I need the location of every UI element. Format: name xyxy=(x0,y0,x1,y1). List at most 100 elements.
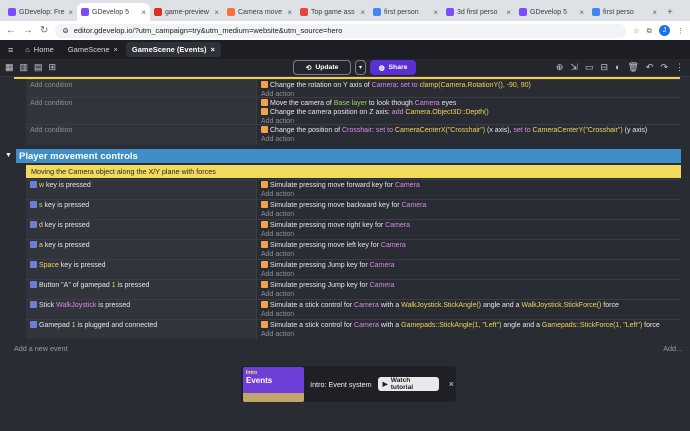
event-row[interactable]: s key is pressed Simulate pressing move b… xyxy=(26,199,681,219)
menu-icon[interactable]: ≡ xyxy=(4,45,17,55)
close-icon[interactable]: × xyxy=(68,8,73,17)
conditions-cell[interactable]: a key is pressed xyxy=(26,240,257,259)
objects-icon[interactable]: ▥ xyxy=(20,62,29,73)
add-group-icon[interactable]: ⊟ xyxy=(600,62,608,73)
close-icon[interactable]: × xyxy=(114,45,118,54)
event-group-header[interactable]: Player movement controls xyxy=(16,149,681,163)
instruction-line[interactable]: Change the rotation on Y axis of Camera:… xyxy=(261,81,677,90)
instruction-line[interactable]: a key is pressed xyxy=(30,241,252,250)
url-field[interactable]: ⊜ editor.gdevelop.io/?utm_campaign=try&u… xyxy=(55,23,627,38)
add-subevent-icon[interactable]: ⇲ xyxy=(570,62,578,73)
actions-cell[interactable]: Change the rotation on Y axis of Camera:… xyxy=(257,80,681,98)
conditions-cell[interactable]: Gamepad 1 is plugged and connected xyxy=(26,320,257,339)
add-action-link[interactable]: Add action xyxy=(261,135,677,144)
instruction-line[interactable]: Simulate a stick control for Camera with… xyxy=(261,301,677,310)
undo-icon[interactable]: ↶ xyxy=(646,62,654,73)
conditions-cell[interactable]: s key is pressed xyxy=(26,200,257,219)
tab-events[interactable]: GameScene (Events) × xyxy=(125,42,221,57)
add-more-link[interactable]: Add... xyxy=(663,344,682,353)
instruction-line[interactable]: Simulate a stick control for Camera with… xyxy=(261,321,677,330)
redo-icon[interactable]: ↷ xyxy=(660,62,668,73)
event-row[interactable]: Stick WalkJoystick is pressed Simulate a … xyxy=(26,299,681,319)
forward-icon[interactable]: → xyxy=(23,25,33,36)
instruction-line[interactable]: Change the camera position on Z axis: ad… xyxy=(261,108,677,117)
conditions-cell[interactable]: Add condition xyxy=(26,80,257,97)
instruction-line[interactable]: Move the camera of Base layer to look th… xyxy=(261,99,677,108)
event-row[interactable]: Button "A" of gamepad 1 is pressed Simula… xyxy=(26,279,681,299)
actions-cell[interactable]: Simulate pressing Jump key for Camera Add… xyxy=(257,260,681,279)
avatar[interactable]: J xyxy=(658,25,670,36)
browser-tab[interactable]: first person × xyxy=(369,3,442,21)
instruction-line[interactable]: Simulate pressing move backward key for … xyxy=(261,201,677,210)
update-button[interactable]: ⟲ Update xyxy=(293,60,351,75)
event-row[interactable]: Add condition Change the rotation on Y ax… xyxy=(26,79,681,98)
toggle-icon[interactable]: ◐ xyxy=(615,62,620,73)
browser-menu-icon[interactable]: ⋮ xyxy=(677,26,684,35)
instruction-line[interactable]: Simulate pressing move left key for Came… xyxy=(261,241,677,250)
browser-tab[interactable]: Top game ass × xyxy=(296,3,369,21)
project-manager-icon[interactable]: ▦ xyxy=(5,62,14,73)
close-icon[interactable]: × xyxy=(652,8,657,17)
close-icon[interactable]: × xyxy=(449,379,454,389)
add-event-link[interactable]: Add a new event xyxy=(14,344,68,353)
back-icon[interactable]: ← xyxy=(6,25,16,36)
instruction-line[interactable]: Simulate pressing move forward key for C… xyxy=(261,181,677,190)
reload-icon[interactable]: ↻ xyxy=(40,25,48,36)
add-action-link[interactable]: Add action xyxy=(261,210,677,219)
conditions-cell[interactable]: Button "A" of gamepad 1 is pressed xyxy=(26,280,257,299)
tab-home[interactable]: ⌂ Home xyxy=(19,42,60,57)
share-button[interactable]: ◍ Share xyxy=(370,60,416,75)
instruction-line[interactable]: d key is pressed xyxy=(30,221,252,230)
star-icon[interactable]: ☆ xyxy=(633,26,639,35)
instruction-line[interactable]: s key is pressed xyxy=(30,201,252,210)
update-menu-button[interactable]: ▾ xyxy=(355,60,366,75)
conditions-cell[interactable]: d key is pressed xyxy=(26,220,257,239)
event-row[interactable]: a key is pressed Simulate pressing move l… xyxy=(26,239,681,259)
actions-cell[interactable]: Simulate pressing Jump key for Camera Add… xyxy=(257,280,681,299)
delete-icon[interactable]: 🗑 xyxy=(627,62,638,73)
collapse-chevron-icon[interactable]: ▼ xyxy=(5,152,12,159)
actions-cell[interactable]: Simulate pressing move right key for Cam… xyxy=(257,220,681,239)
object-groups-icon[interactable]: ▤ xyxy=(34,62,43,73)
browser-tab[interactable]: GDevelop: Fre × xyxy=(4,3,77,21)
watch-tutorial-button[interactable]: ▶ Watch tutorial xyxy=(377,377,439,391)
instruction-line[interactable]: Simulate pressing Jump key for Camera xyxy=(261,281,677,290)
browser-tab[interactable]: first perso × xyxy=(588,3,661,21)
actions-cell[interactable]: Change the position of Crosshair: set to… xyxy=(257,125,681,145)
actions-cell[interactable]: Simulate a stick control for Camera with… xyxy=(257,320,681,339)
site-info-icon[interactable]: ⊜ xyxy=(62,26,68,35)
instruction-line[interactable]: Button "A" of gamepad 1 is pressed xyxy=(30,281,252,290)
more-icon[interactable]: ⋮ xyxy=(675,62,684,73)
close-icon[interactable]: × xyxy=(506,8,511,17)
browser-tab[interactable]: game-preview × xyxy=(150,3,223,21)
close-icon[interactable]: × xyxy=(579,8,584,17)
new-tab-icon[interactable]: + xyxy=(667,7,673,18)
conditions-cell[interactable]: w key is pressed xyxy=(26,180,257,199)
add-action-link[interactable]: Add action xyxy=(261,250,677,259)
tutorial-thumbnail[interactable]: Intro Events xyxy=(243,366,305,402)
close-icon[interactable]: × xyxy=(211,45,215,54)
add-action-link[interactable]: Add action xyxy=(261,190,677,199)
event-row[interactable]: Add condition Change the position of Cros… xyxy=(26,124,681,145)
add-action-link[interactable]: Add action xyxy=(261,290,677,299)
browser-tab[interactable]: 3d first perso × xyxy=(442,3,515,21)
add-comment-icon[interactable]: ▭ xyxy=(585,62,594,73)
browser-tab[interactable]: GDevelop 5 × xyxy=(77,3,150,21)
conditions-cell[interactable]: Stick WalkJoystick is pressed xyxy=(26,300,257,319)
event-row[interactable]: d key is pressed Simulate pressing move r… xyxy=(26,219,681,239)
instruction-line[interactable]: Change the position of Crosshair: set to… xyxy=(261,126,677,135)
actions-cell[interactable]: Simulate pressing move backward key for … xyxy=(257,200,681,219)
add-condition-link[interactable]: Add condition xyxy=(30,81,252,90)
instruction-line[interactable]: w key is pressed xyxy=(30,181,252,190)
close-icon[interactable]: × xyxy=(287,8,292,17)
tab-scene[interactable]: GameScene × xyxy=(62,42,124,57)
instruction-line[interactable]: Stick WalkJoystick is pressed xyxy=(30,301,252,310)
event-row[interactable]: w key is pressed Simulate pressing move f… xyxy=(26,179,681,199)
conditions-cell[interactable]: Add condition xyxy=(26,98,257,124)
instruction-line[interactable]: Gamepad 1 is plugged and connected xyxy=(30,321,252,330)
instruction-line[interactable]: Space key is pressed xyxy=(30,261,252,270)
add-event-icon[interactable]: ⊕ xyxy=(556,62,564,73)
conditions-cell[interactable]: Space key is pressed xyxy=(26,260,257,279)
instruction-line[interactable]: Simulate pressing move right key for Cam… xyxy=(261,221,677,230)
event-row[interactable]: Gamepad 1 is plugged and connected Simula… xyxy=(26,319,681,339)
